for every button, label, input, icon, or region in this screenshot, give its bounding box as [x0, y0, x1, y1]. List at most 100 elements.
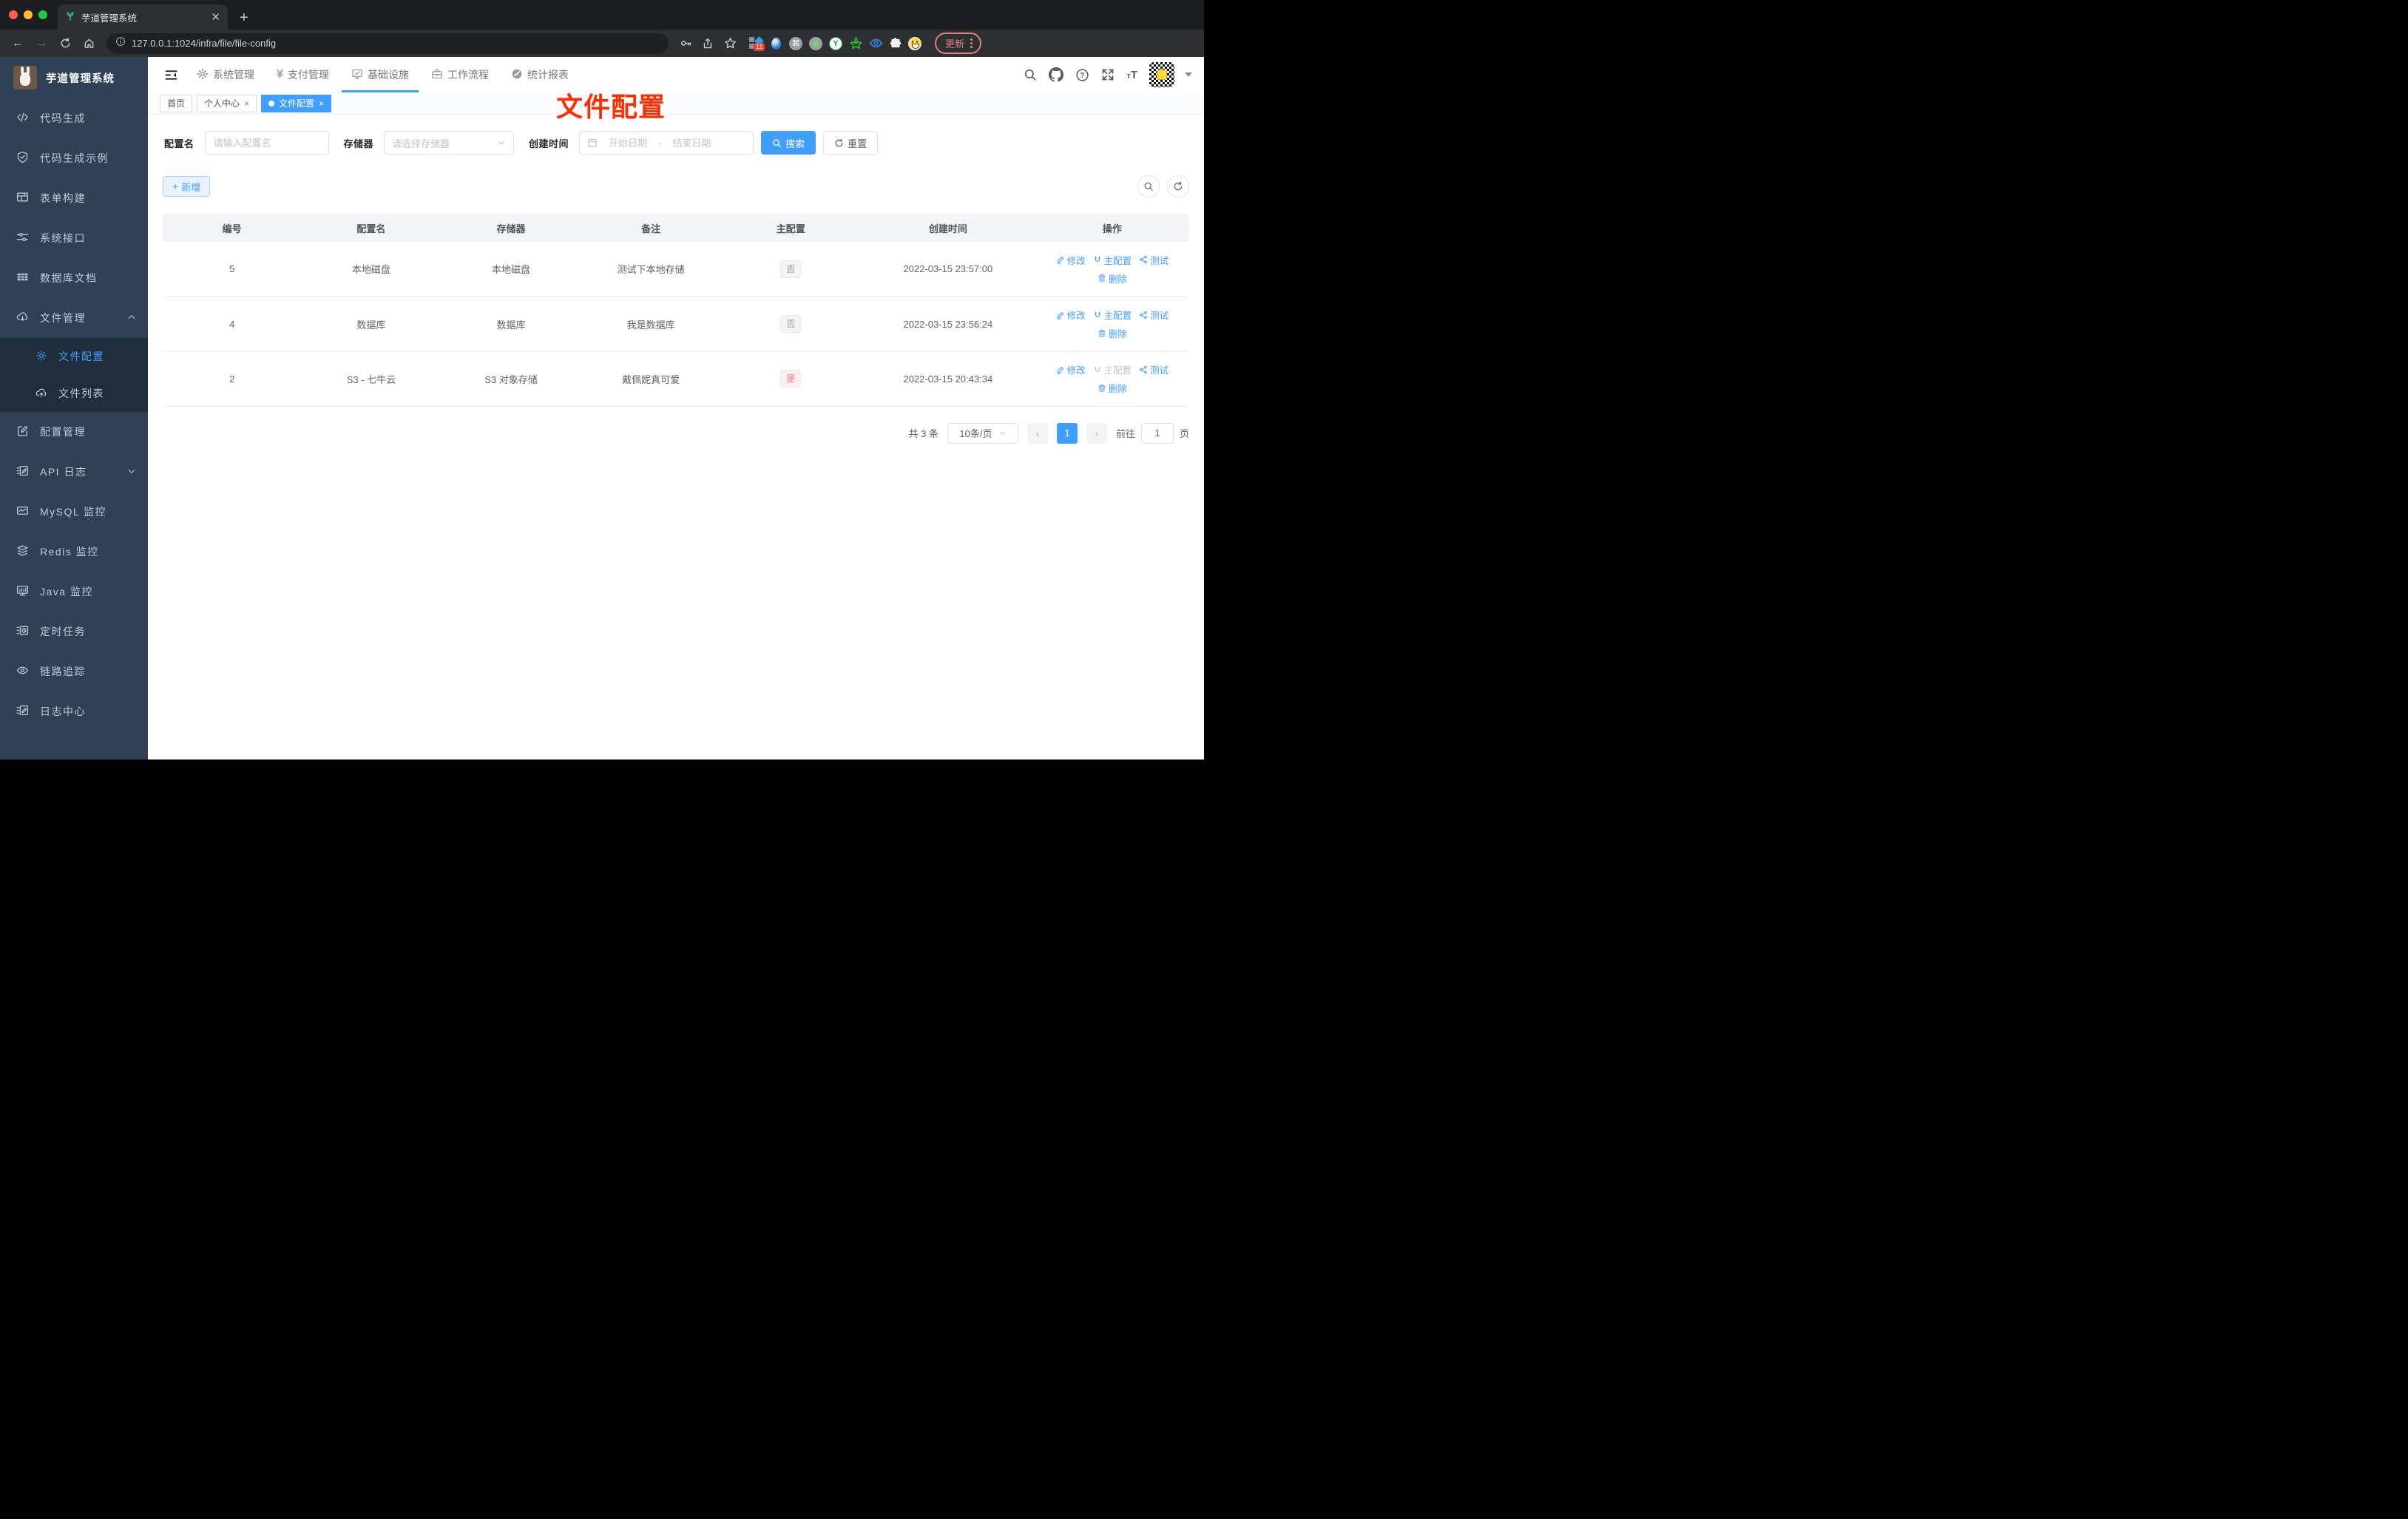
share-nodes-icon — [1139, 311, 1147, 319]
close-window-button[interactable] — [9, 10, 18, 19]
back-icon[interactable]: ← — [7, 33, 28, 54]
minimize-window-button[interactable] — [24, 10, 33, 19]
start-date-input[interactable] — [602, 137, 655, 149]
cell-id: 4 — [163, 297, 302, 352]
tag-profile[interactable]: 个人中心 × — [197, 94, 257, 112]
set-master-action[interactable]: 主配置 — [1093, 253, 1132, 267]
sidebar-item-code-demo[interactable]: 代码生成示例 — [0, 138, 148, 178]
forward-icon[interactable]: → — [31, 33, 52, 54]
current-page[interactable]: 1 — [1056, 422, 1078, 444]
end-date-input[interactable] — [666, 137, 718, 149]
extension-star-icon[interactable] — [848, 36, 863, 51]
extension-y-icon[interactable]: Y — [828, 36, 843, 51]
test-action[interactable]: 测试 — [1139, 362, 1169, 376]
search-icon — [773, 138, 782, 147]
next-page-icon[interactable]: › — [1086, 422, 1107, 444]
topnav-workflow[interactable]: 工作流程 — [422, 57, 498, 92]
sidebar-item-label: 配置管理 — [40, 426, 86, 438]
set-master-action[interactable]: 主配置 — [1093, 308, 1132, 322]
bookmark-star-icon[interactable] — [720, 34, 740, 53]
sidebar-item-mysql-monitor[interactable]: MySQL 监控 — [0, 492, 148, 532]
share-icon[interactable] — [698, 34, 717, 53]
goto-page-input[interactable] — [1140, 422, 1174, 444]
extension-puzzle-icon[interactable] — [888, 36, 903, 51]
sidebar-fold-icon[interactable] — [158, 68, 184, 82]
reload-icon[interactable] — [55, 33, 75, 54]
col-remark: 备注 — [581, 214, 721, 242]
table-refresh-icon[interactable] — [1167, 175, 1189, 197]
delete-action[interactable]: 删除 — [1098, 326, 1127, 340]
gear-filled-icon — [197, 68, 209, 82]
date-range-picker[interactable]: - — [579, 131, 754, 155]
font-size-icon[interactable]: тT — [1126, 69, 1137, 81]
sidebar-item-redis-monitor[interactable]: Redis 监控 — [0, 532, 148, 572]
sidebar-item-system-api[interactable]: 系统接口 — [0, 218, 148, 258]
avatar-caret-icon[interactable] — [1185, 72, 1192, 77]
add-button[interactable]: + 新增 — [163, 176, 211, 197]
tag-close-icon[interactable]: × — [244, 98, 249, 109]
extension-balloon-icon[interactable] — [768, 36, 783, 51]
sidebar-item-db-doc[interactable]: 数据库文档 — [0, 258, 148, 298]
sidebar-item-file-list[interactable]: 文件列表 — [0, 375, 148, 412]
browser-update-button[interactable]: 更新 — [935, 33, 982, 54]
help-icon[interactable]: ? — [1075, 68, 1089, 82]
extension-command-icon[interactable]: ⌘ — [788, 36, 803, 51]
search-button[interactable]: 搜索 — [761, 131, 816, 155]
page-size-select[interactable]: 10条/页 — [947, 422, 1018, 444]
edit-action[interactable]: 修改 — [1056, 308, 1086, 322]
sidebar-item-api-log[interactable]: API 日志 — [0, 452, 148, 492]
delete-action[interactable]: 删除 — [1098, 271, 1127, 285]
tag-home[interactable]: 首页 — [160, 94, 193, 112]
new-tab-button[interactable]: + — [228, 10, 260, 30]
sidebar-logo[interactable]: 芋道管理系统 — [0, 57, 148, 98]
topnav-system[interactable]: 系统管理 — [187, 57, 264, 92]
extension-tabs-icon[interactable]: 11 — [748, 35, 765, 52]
yen-icon: ¥ — [277, 68, 283, 81]
browser-menu-icon[interactable] — [970, 38, 973, 48]
reset-button[interactable]: 重置 — [823, 131, 879, 155]
home-icon[interactable] — [78, 33, 99, 54]
config-name-input[interactable] — [204, 131, 329, 155]
search-icon[interactable] — [1024, 68, 1037, 81]
sidebar-item-tracing[interactable]: 链路追踪 — [0, 652, 148, 691]
cell-created: 2022-03-15 23:57:00 — [860, 242, 1035, 297]
github-icon[interactable] — [1049, 67, 1064, 82]
tag-close-icon[interactable]: × — [319, 98, 324, 109]
tag-file-config[interactable]: 文件配置 × — [261, 94, 332, 112]
test-action[interactable]: 测试 — [1139, 308, 1169, 322]
sidebar-item-code-gen[interactable]: 代码生成 — [0, 98, 148, 138]
table-row: 2 S3 - 七牛云 S3 对象存储 戴佩妮真可爱 是 2022-03-15 2… — [163, 351, 1189, 407]
cell-storage: 本地磁盘 — [441, 242, 581, 297]
user-avatar-qr[interactable] — [1149, 62, 1174, 87]
header-actions: ? тT — [1024, 62, 1192, 87]
test-action[interactable]: 测试 — [1139, 253, 1169, 267]
sidebar-item-java-monitor[interactable]: Java 监控 — [0, 572, 148, 612]
table-search-toggle-icon[interactable] — [1137, 175, 1160, 197]
tab-close-icon[interactable]: ✕ — [211, 10, 220, 24]
sidebar-item-log-center[interactable]: 日志中心 — [0, 691, 148, 731]
fullscreen-icon[interactable] — [1101, 68, 1115, 81]
password-key-icon[interactable] — [676, 34, 695, 53]
sidebar-item-config-mgmt[interactable]: 配置管理 — [0, 412, 148, 452]
address-bar[interactable]: 127.0.0.1:1024/infra/file/file-config — [106, 33, 669, 54]
zoom-window-button[interactable] — [38, 10, 47, 19]
topnav-infrastructure[interactable]: 基础设施 — [342, 57, 419, 92]
sidebar-item-scheduled-jobs[interactable]: 定时任务 — [0, 612, 148, 652]
document-edit-icon — [16, 464, 29, 479]
edit-action[interactable]: 修改 — [1056, 253, 1086, 267]
window-controls — [0, 0, 58, 30]
sidebar-item-form-builder[interactable]: 表单构建 — [0, 178, 148, 218]
sidebar-item-file-mgmt[interactable]: 文件管理 — [0, 298, 148, 338]
prev-page-icon[interactable]: ‹ — [1027, 422, 1048, 444]
extension-record-icon[interactable] — [808, 36, 823, 51]
delete-action[interactable]: 删除 — [1098, 381, 1127, 395]
edit-action[interactable]: 修改 — [1056, 362, 1086, 376]
master-badge: 否 — [780, 260, 802, 278]
storage-select[interactable]: 请选择存储器 — [384, 131, 515, 155]
site-info-icon[interactable] — [115, 36, 126, 50]
extension-emoji-icon[interactable] — [908, 36, 921, 50]
sidebar-item-file-config[interactable]: 文件配置 — [0, 338, 148, 375]
extension-eye-icon[interactable] — [868, 36, 883, 51]
browser-tab[interactable]: 芋道管理系统 ✕ — [58, 4, 228, 30]
topnav-payment[interactable]: ¥ 支付管理 — [267, 57, 339, 92]
